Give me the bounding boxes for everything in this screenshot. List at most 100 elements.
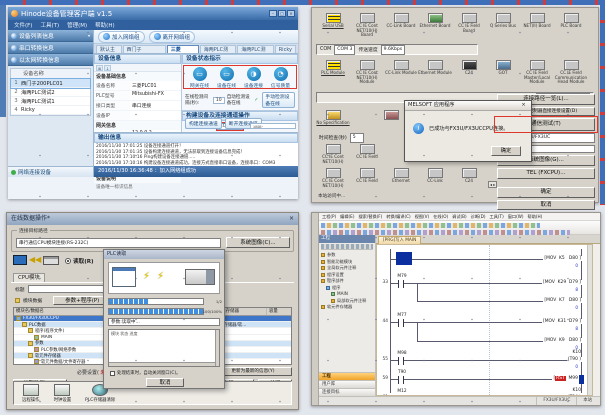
route-ccie-field[interactable]: CC IE Field [350, 144, 384, 164]
device-row[interactable]: 3 海两PLC测试1 [11, 97, 90, 106]
sort-category-icon[interactable]: ≣ [96, 65, 103, 71]
if-plc-module[interactable]: PLC Module [316, 60, 350, 85]
if-ccie-master[interactable]: CC IE Field Master/Local Module [520, 60, 554, 85]
radio-read[interactable]: 读取(R) [65, 257, 94, 265]
menu-debug[interactable]: 调试(B) [452, 213, 467, 220]
coex-cclink[interactable]: CC-Link [418, 168, 452, 188]
progress-cancel-button[interactable]: 取消 [146, 378, 184, 387]
time-check-field[interactable]: 5 [350, 133, 364, 143]
horizontal-scrollbar[interactable] [109, 362, 215, 366]
sidebar-section-ethernet[interactable]: 以太网转换信息 [8, 54, 93, 66]
nav-item[interactable]: 软元件存储器 [321, 304, 373, 311]
view-button-connection[interactable]: 连接目标 [319, 388, 375, 396]
other-station-single[interactable] [374, 110, 408, 126]
if-cclink-module[interactable]: CC-Link Module [384, 60, 418, 85]
if-got[interactable]: GOT [486, 60, 520, 85]
no-specification[interactable]: No Specification [316, 110, 350, 126]
close-icon[interactable]: × [289, 213, 294, 225]
if-ccie-head[interactable]: CC IE Field Communication Head Module [554, 60, 588, 85]
menu-diagnostics[interactable]: 诊断(D) [471, 213, 486, 220]
contact-symbol[interactable] [398, 376, 404, 384]
system-image-button[interactable]: 系统图像(C)... [226, 237, 290, 248]
menu-view[interactable]: 视图(V) [415, 213, 430, 220]
coex-ethernet[interactable]: Ethernet [384, 168, 418, 188]
tab-test1[interactable]: 海两PLC测试1 [237, 45, 273, 53]
menu-compile[interactable]: 转换/编译(C) [386, 213, 410, 220]
dialog-title-bar[interactable]: 在线数据操作* × [7, 213, 298, 225]
contact-symbol[interactable] [398, 280, 404, 288]
leave-network-button[interactable]: 离开网络组 [149, 31, 196, 43]
tab-test2[interactable]: 海两PLC测试2 [200, 45, 236, 53]
menu-help[interactable]: 帮助(H) [528, 213, 543, 220]
navigation-toolbar[interactable] [321, 244, 373, 250]
clock-setting-item[interactable]: 时钟设置 [54, 384, 72, 402]
cancel-button[interactable]: 取消 [497, 200, 595, 211]
if-ccie-module[interactable]: CC IE Cont NET/10(H) Module [350, 60, 384, 85]
edit-cursor-block[interactable] [396, 252, 412, 265]
if-ethernet-module[interactable]: Ethernet Module [418, 60, 452, 85]
auto-check-checkbox[interactable]: ✓ [254, 97, 258, 103]
menu-tool[interactable]: 工具(T) [490, 213, 504, 220]
manual-check-button[interactable]: 手动检测设备在线 [262, 92, 295, 108]
speed-value-field[interactable]: 9.6Kbps [381, 45, 406, 55]
menu-manage[interactable]: 管理(M) [67, 21, 87, 29]
toolbar[interactable] [319, 221, 600, 235]
build-channel-button[interactable]: 构建连接通道 [185, 118, 222, 129]
cpu-module-tab[interactable]: CPU模块 [13, 273, 45, 282]
vertical-scrollbar[interactable] [215, 330, 219, 366]
prop-value[interactable]: 三菱PLC01 [130, 81, 181, 90]
if-cclink-board[interactable]: CC-Link Board [384, 13, 418, 38]
tel-button[interactable]: TEL (FXCPU)... [497, 168, 595, 179]
route-ccie-cont[interactable]: CC IE Cont NET/10(H) [316, 144, 350, 164]
auto-close-checkbox[interactable] [110, 371, 115, 376]
if-ccie-field-board[interactable]: CC IE Field Board [452, 13, 486, 38]
coex-ccie-cont[interactable]: CC IE Cont NET/10(H) [316, 168, 350, 188]
if-ccie-board[interactable]: CC IE Cont NET/10(H) Board [350, 13, 384, 38]
progress-title-bar[interactable]: PLC读取 [104, 250, 224, 259]
contact-symbol[interactable] [398, 319, 404, 327]
if-q-bus[interactable]: Q Series Bus [486, 13, 520, 38]
prop-value[interactable]: 串口连接 [130, 101, 181, 110]
menu-edit[interactable]: 编辑(E) [340, 213, 354, 220]
prop-value[interactable]: Mitsubishi-FX [130, 91, 181, 100]
sidebar-footer-network-devices[interactable]: 网络连接设备 [8, 166, 93, 177]
if-serial-usb[interactable]: Serial USB [316, 13, 350, 38]
refresh-info-button[interactable]: 更新为最新的信息(Y) [214, 367, 292, 376]
ladder-editor[interactable]: [MOV K5 D80 ] 0 33 M79 [MOV K29 D79 ] 8 … [376, 244, 593, 396]
menu-online[interactable]: 在线(O) [433, 213, 448, 220]
minimize-button[interactable]: – [269, 10, 277, 17]
close-button[interactable]: × [287, 10, 295, 17]
contact-symbol[interactable] [398, 357, 404, 365]
menu-tools[interactable]: 工具(T) [40, 21, 59, 29]
if-ethernet-board[interactable]: Ethernet Board [418, 13, 452, 38]
tab-siemens[interactable]: 西门子200PLC01 [123, 45, 166, 53]
remote-operation-item[interactable]: 远程操作 [22, 384, 40, 402]
group-gateway-info[interactable]: 网关信息 [94, 121, 181, 130]
tab-home[interactable]: 默认主页 [96, 45, 122, 53]
join-network-button[interactable]: 加入网络组 [98, 31, 145, 43]
prop-value[interactable] [130, 111, 181, 120]
device-row[interactable]: 2 海两PLC测试2 [11, 88, 90, 97]
sidebar-section-serial[interactable]: 串口转换信息 [8, 42, 93, 54]
col-size[interactable]: 容量 [267, 308, 291, 315]
sidebar-section-device-list[interactable]: 设备列表信息 ▾ [8, 30, 93, 42]
view-button-user-library[interactable]: 用户库 [319, 380, 375, 388]
scroll-spin-control[interactable]: ◂ ▸ [488, 181, 497, 188]
menu-window[interactable]: 窗口(W) [508, 213, 524, 220]
interval-input[interactable]: 10 [213, 97, 225, 104]
melsoft-ok-button[interactable]: 确定 [491, 146, 521, 156]
menu-project[interactable]: 工程(P) [322, 213, 336, 220]
menu-file[interactable]: 文件(F) [14, 21, 32, 29]
menu-find[interactable]: 搜索/替换(F) [358, 213, 382, 220]
device-row[interactable]: 1 西门子200PLC01 [11, 79, 90, 88]
tab-ricky[interactable]: Ricky [275, 45, 296, 53]
if-plc-board[interactable]: PLC Board [554, 13, 588, 38]
view-button-project[interactable]: 工程 [319, 372, 375, 380]
ladder-document-tab[interactable]: [PRG]写入 MAIN [378, 236, 421, 244]
tab-mitsubishi-active[interactable]: 三菱PLC01 [167, 45, 199, 53]
if-c24[interactable]: C24 [452, 60, 486, 85]
coex-c24[interactable]: C24 [452, 168, 486, 188]
vertical-scrollbar[interactable] [587, 245, 592, 395]
close-icon[interactable]: × [519, 101, 528, 110]
title-bar[interactable]: Hinode设备管理客户端 v1.5 – □ × [8, 7, 298, 20]
